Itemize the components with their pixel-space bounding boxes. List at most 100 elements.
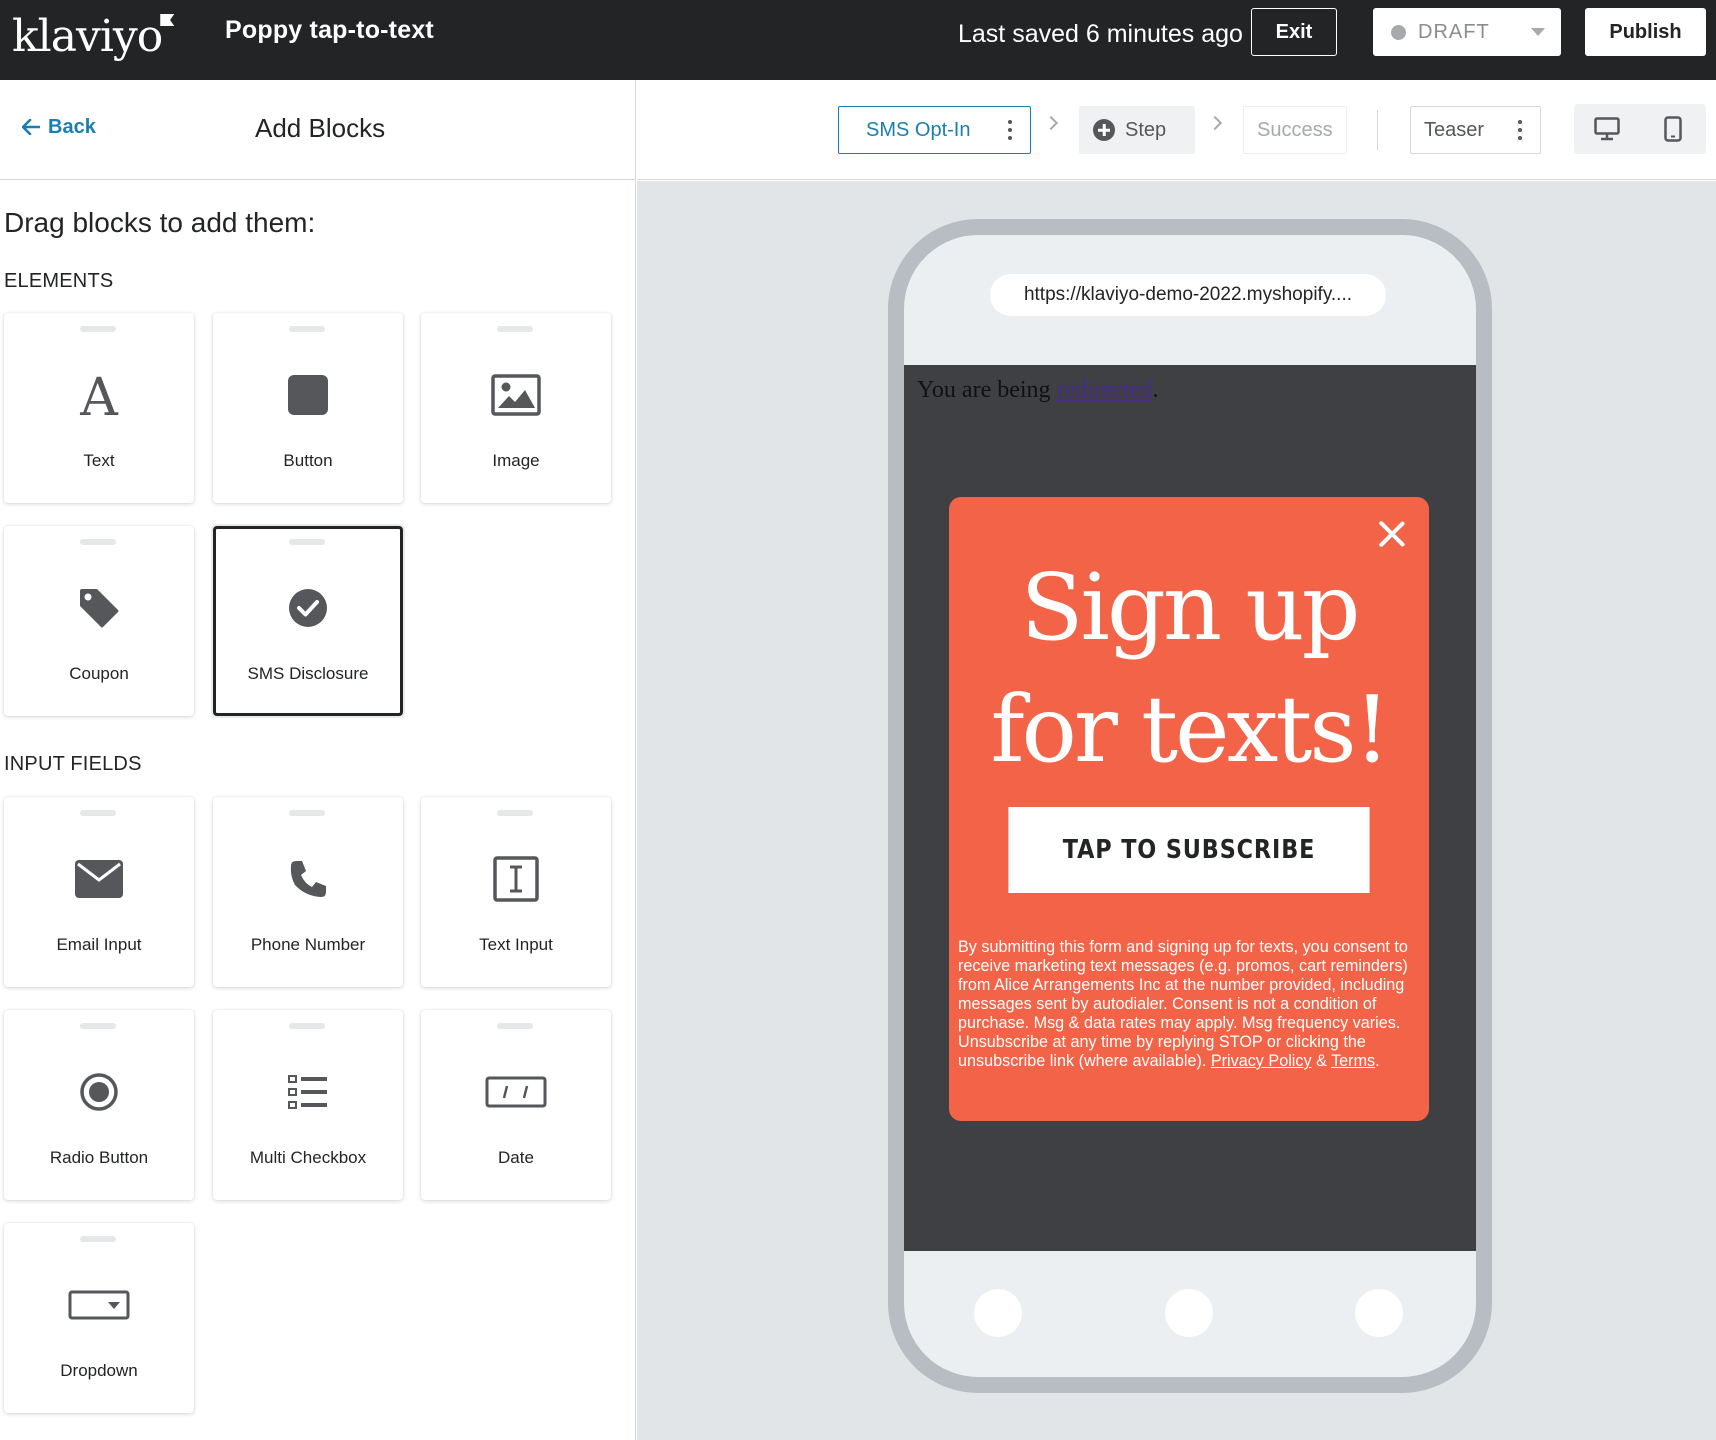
- chevron-right-icon: [1207, 115, 1223, 131]
- block-coupon[interactable]: Coupon: [4, 526, 194, 716]
- drag-handle: [289, 810, 325, 816]
- klaviyo-logo[interactable]: klaviyo: [12, 8, 175, 64]
- status-dot-icon: [1391, 24, 1406, 40]
- terms-link[interactable]: Terms: [1331, 1052, 1375, 1070]
- add-step-label: Step: [1125, 118, 1167, 141]
- checklist-icon: [213, 1066, 403, 1118]
- check-circle-icon: [216, 582, 400, 634]
- logo-text: klaviyo: [12, 10, 163, 62]
- chevron-right-icon: [1043, 115, 1059, 131]
- block-text[interactable]: A Text: [4, 313, 194, 503]
- drag-handle: [80, 539, 116, 545]
- block-date[interactable]: Date: [421, 1010, 611, 1200]
- status-value: DRAFT: [1418, 20, 1490, 43]
- phone-nav-dots: [904, 1289, 1476, 1339]
- divider: [1377, 110, 1378, 150]
- phone-mockup: https://klaviyo-demo-2022.myshopify.... …: [888, 219, 1492, 1393]
- phone-icon: [213, 853, 403, 905]
- block-label: Radio Button: [49, 1148, 149, 1167]
- back-label: Back: [48, 116, 96, 138]
- redirected-link[interactable]: redirected: [1057, 377, 1153, 403]
- add-blocks-panel: Back Add Blocks Drag blocks to add them:…: [0, 80, 636, 1440]
- last-saved-status: Last saved 6 minutes ago: [958, 20, 1243, 48]
- more-options-icon[interactable]: [1008, 120, 1012, 140]
- add-step-button[interactable]: Step: [1079, 106, 1195, 154]
- device-preview-toggle: [1574, 104, 1706, 154]
- block-label: Button: [283, 451, 333, 470]
- block-label: Coupon: [69, 664, 129, 683]
- disclosure-body: By submitting this form and signing up f…: [958, 938, 1408, 1070]
- exit-button[interactable]: Exit: [1251, 8, 1337, 56]
- preview-canvas: https://klaviyo-demo-2022.myshopify.... …: [637, 181, 1716, 1440]
- redirect-period: .: [1152, 377, 1159, 403]
- text-cursor-icon: [421, 853, 611, 905]
- block-radio-button[interactable]: Radio Button: [4, 1010, 194, 1200]
- block-label: Image: [492, 451, 540, 470]
- block-label: Text: [83, 451, 115, 470]
- desktop-preview-button[interactable]: [1574, 104, 1640, 154]
- block-sms-disclosure[interactable]: SMS Disclosure: [213, 526, 403, 716]
- dropdown-icon: [4, 1279, 194, 1331]
- elements-heading: ELEMENTS: [4, 270, 114, 292]
- phone-screen: You are being redirected. Sign up for te…: [904, 365, 1476, 1251]
- redirect-text: You are being: [917, 377, 1057, 403]
- drag-handle: [497, 810, 533, 816]
- mobile-preview-button[interactable]: [1640, 104, 1706, 154]
- chevron-down-icon: [1531, 28, 1545, 36]
- headline-line-2: for texts!: [990, 676, 1390, 783]
- block-label: Dropdown: [60, 1361, 138, 1380]
- drag-handle: [80, 810, 116, 816]
- envelope-icon: [4, 853, 194, 905]
- more-options-icon[interactable]: [1518, 120, 1522, 140]
- drag-handle: [80, 326, 116, 332]
- drag-handle: [497, 1023, 533, 1029]
- image-icon: [421, 369, 611, 421]
- tap-to-subscribe-button[interactable]: TAP TO SUBSCRIBE: [1008, 807, 1370, 893]
- plus-circle-icon: [1093, 119, 1115, 141]
- block-label: Email Input: [56, 935, 142, 954]
- status-dropdown[interactable]: DRAFT: [1373, 8, 1561, 56]
- block-email-input[interactable]: Email Input: [4, 797, 194, 987]
- block-dropdown[interactable]: Dropdown: [4, 1223, 194, 1413]
- panel-header: Back Add Blocks: [0, 80, 636, 180]
- close-icon[interactable]: [1375, 517, 1409, 551]
- phone-dot: [974, 1289, 1022, 1337]
- panel-title: Add Blocks: [255, 113, 386, 143]
- drag-handle: [497, 326, 533, 332]
- redirect-message: You are being redirected.: [917, 377, 1158, 404]
- tab-teaser[interactable]: Teaser: [1410, 106, 1541, 154]
- phone-dot: [1355, 1289, 1403, 1337]
- disclosure-amp: &: [1311, 1052, 1332, 1070]
- privacy-policy-link[interactable]: Privacy Policy: [1211, 1052, 1312, 1070]
- drag-handle: [80, 1023, 116, 1029]
- block-button[interactable]: Button: [213, 313, 403, 503]
- tab-success[interactable]: Success: [1243, 106, 1347, 154]
- date-icon: [421, 1066, 611, 1118]
- block-phone-number[interactable]: Phone Number: [213, 797, 403, 987]
- popup-headline[interactable]: Sign up for texts!: [949, 547, 1429, 791]
- mobile-icon: [1664, 116, 1682, 142]
- block-label: Date: [498, 1148, 534, 1167]
- phone-dot: [1165, 1289, 1213, 1337]
- sms-disclosure-text[interactable]: By submitting this form and signing up f…: [958, 938, 1420, 1071]
- signup-popup[interactable]: Sign up for texts! TAP TO SUBSCRIBE By s…: [949, 497, 1429, 1121]
- publish-button[interactable]: Publish: [1585, 8, 1706, 56]
- block-multi-checkbox[interactable]: Multi Checkbox: [213, 1010, 403, 1200]
- block-text-input[interactable]: Text Input: [421, 797, 611, 987]
- drag-handle: [80, 1236, 116, 1242]
- tab-label: SMS Opt-In: [866, 118, 971, 141]
- disclosure-end: .: [1375, 1052, 1380, 1070]
- tab-sms-opt-in[interactable]: SMS Opt-In: [838, 106, 1031, 154]
- coupon-tag-icon: [4, 582, 194, 634]
- drag-handle: [289, 326, 325, 332]
- top-bar: klaviyo Poppy tap-to-text Last saved 6 m…: [0, 0, 1716, 80]
- drag-instructions: Drag blocks to add them:: [4, 207, 316, 238]
- block-image[interactable]: Image: [421, 313, 611, 503]
- logo-flag-icon: [160, 14, 175, 26]
- browser-url-bar: https://klaviyo-demo-2022.myshopify....: [990, 274, 1386, 316]
- block-label: Multi Checkbox: [249, 1148, 367, 1167]
- svg-text:A: A: [79, 372, 119, 418]
- back-link[interactable]: Back: [21, 116, 96, 139]
- form-title[interactable]: Poppy tap-to-text: [225, 16, 434, 45]
- tab-label: Teaser: [1424, 118, 1485, 141]
